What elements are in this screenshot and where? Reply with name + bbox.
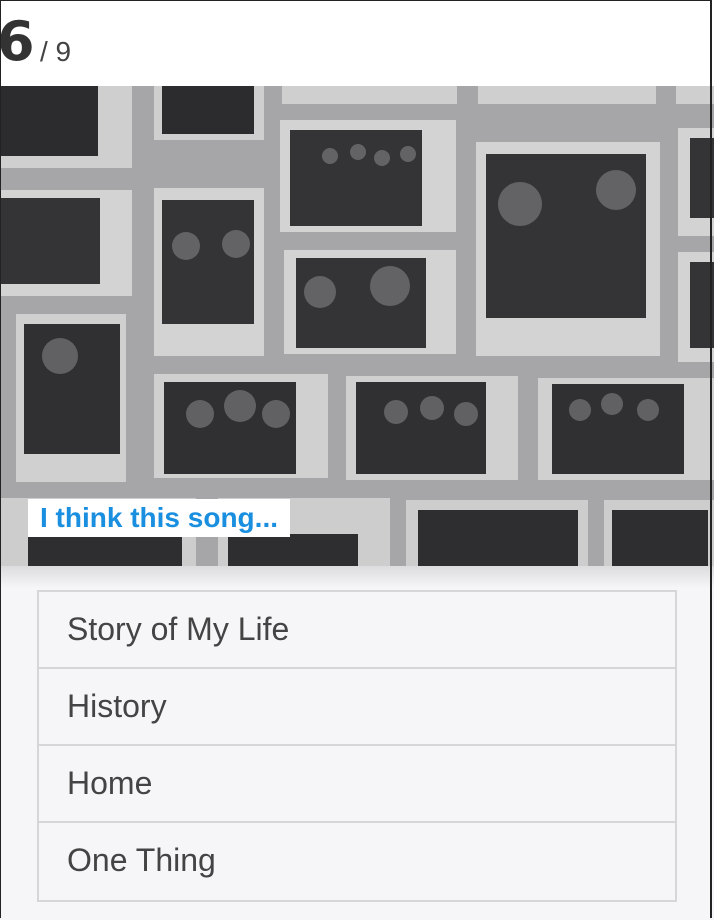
- question-counter: 6 / 9: [0, 0, 714, 86]
- question-caption: I think this song...: [28, 499, 290, 537]
- answer-option[interactable]: History: [39, 669, 675, 746]
- answer-list: Story of My Life History Home One Thing: [37, 590, 677, 902]
- answer-option[interactable]: Home: [39, 746, 675, 823]
- total-question-count: / 9: [40, 36, 72, 67]
- image-shadow: [0, 566, 714, 588]
- question-image: [0, 86, 714, 566]
- answer-option[interactable]: Story of My Life: [39, 592, 675, 669]
- answer-option[interactable]: One Thing: [39, 823, 675, 900]
- current-question-number: 6: [0, 10, 35, 73]
